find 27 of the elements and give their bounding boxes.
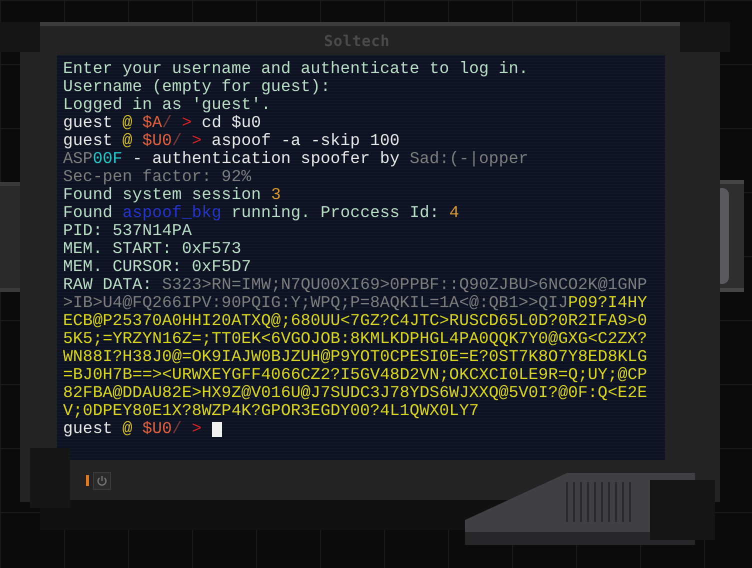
- terminal-line: Found system session 3: [63, 186, 281, 204]
- terminal-line: ASP00F - authentication spoofer by Sad:(-|opper: [63, 150, 528, 168]
- corner-block: [0, 22, 40, 52]
- terminal-line: PID: 537N14PA: [63, 222, 192, 240]
- terminal-line: guest @ $U0/ >: [63, 420, 203, 438]
- terminal-line: MEM. START: 0xF573: [63, 240, 242, 258]
- terminal-line: Username (empty for guest):: [63, 78, 330, 96]
- power-button[interactable]: [93, 472, 111, 490]
- terminal-line: Enter your username and authenticate to log in.: [63, 60, 528, 78]
- terminal-line: guest @ $A/ > cd $u0: [63, 114, 262, 132]
- terminal-line: 5K5;=YRZYN16Z=;TT0EK<6VGOJOB:8KMLKDPHGL4PA0QQK7Y0@GXG<C2ZX?: [63, 330, 648, 348]
- power-indicator: [86, 475, 89, 486]
- terminal-line: >IB>U4@FQ266IPV:90PQIG:Y;WPQ;P=8AQKIL=1A<@:QB1>>QIJP09?I4HY: [63, 294, 648, 312]
- terminal-line: V;0DPEY80E1X?8WZP4K?GPOR3EGDY00?4L1QWX0LY7: [63, 402, 479, 420]
- corner-block: [650, 480, 715, 540]
- terminal-line: Logged in as 'guest'.: [63, 96, 271, 114]
- terminal-line: guest @ $U0/ > aspoof -a -skip 100: [63, 132, 400, 150]
- terminal-line: =BJ0H7B==><URWXEYGFF4066CZ2?I5GV48D2VN;OKCXCI0LE9R=Q;UY;@CP: [63, 366, 648, 384]
- terminal-line: 82FBA@DDAU82E>HX9Z@V016U@J7SUDC3J78YDS6WJXXQ@5V0I?@0F:Q<E2E: [63, 384, 648, 402]
- terminal-line: Sec-pen factor: 92%: [63, 168, 252, 186]
- terminal-line: Found aspoof_bkg running. Proccess Id: 4: [63, 204, 460, 222]
- terminal-line: RAW DATA: S323>RN=IMW;N7QU00XI69>0PPBF::Q90ZJBU>6NCO2K@1GNP: [63, 276, 648, 294]
- terminal-line: ECB@P25370A0HHI20ATXQ@;680UU<7GZ?C4JTC>RUSCD65L0D?0R2IFA9>0: [63, 312, 648, 330]
- terminal-line: WN88I?H38J0@=OK9IAJW0BJZUH@P9YOT0CPESI0E=E?0ST7K8O7Y8ED8KLG: [63, 348, 648, 366]
- terminal-line: MEM. CURSOR: 0xF5D7: [63, 258, 252, 276]
- power-icon: [96, 475, 108, 487]
- corner-block: [680, 22, 730, 52]
